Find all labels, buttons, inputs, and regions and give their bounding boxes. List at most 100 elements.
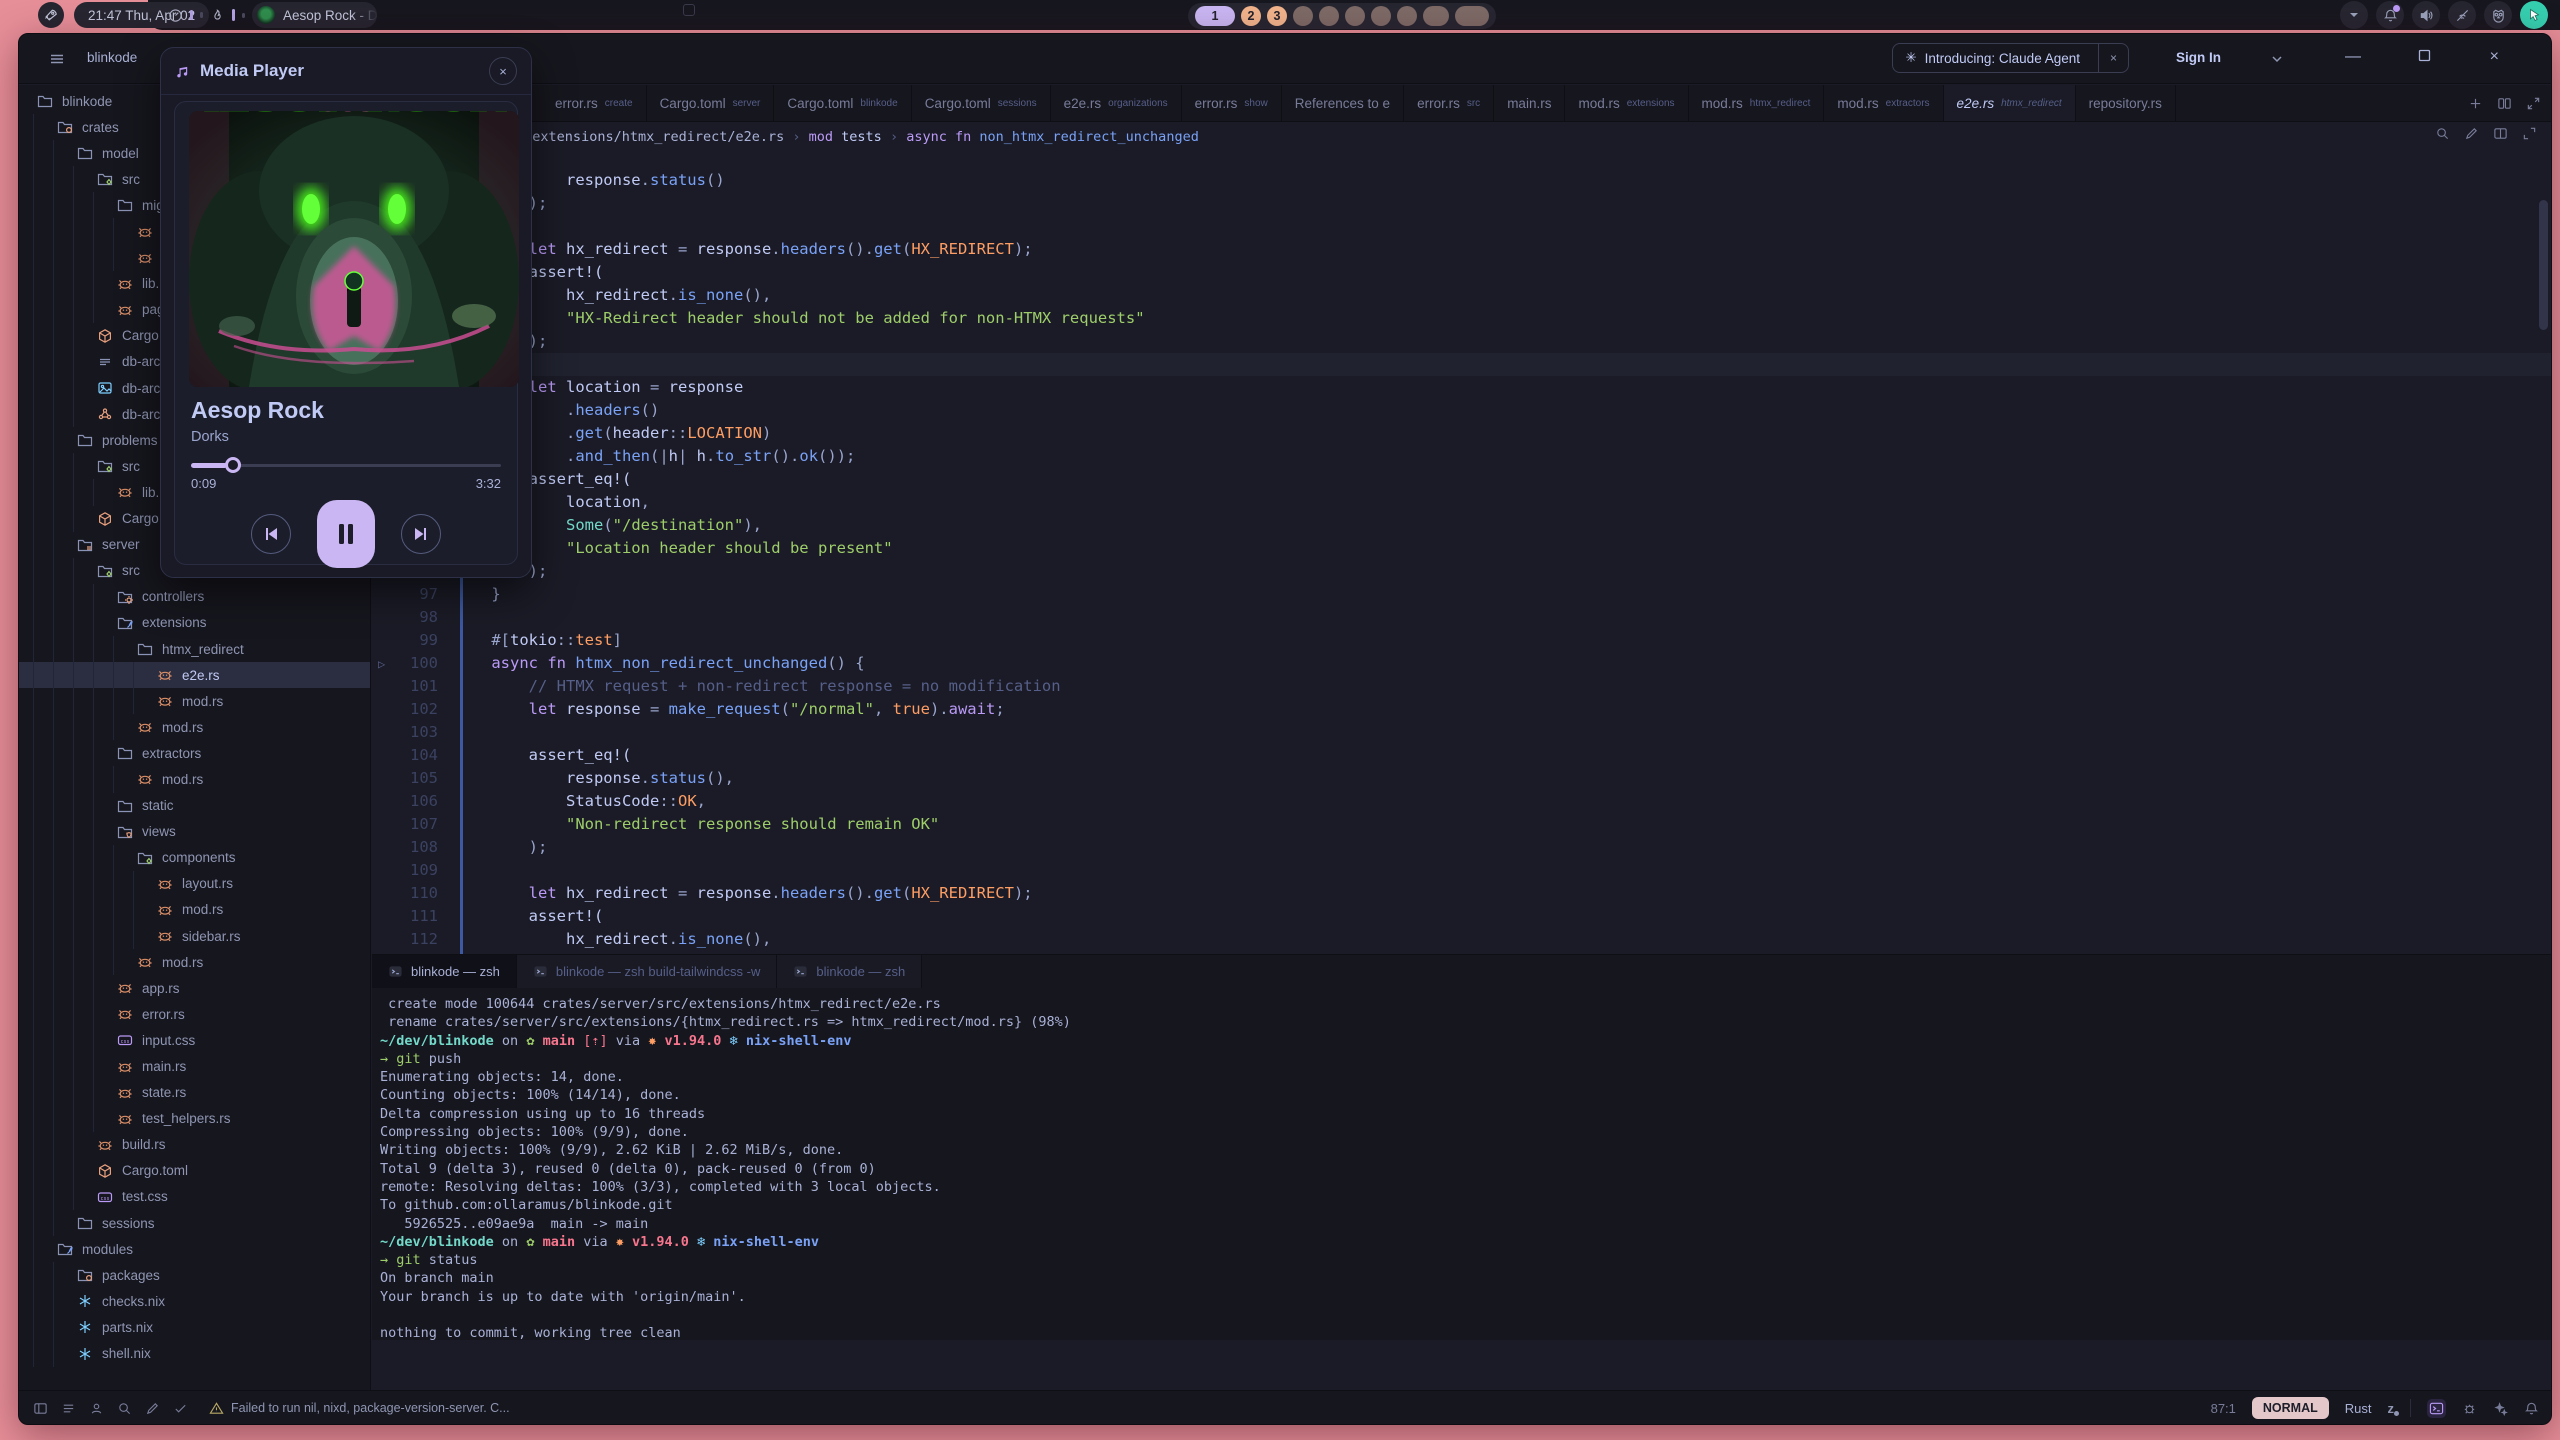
cursor-position[interactable]: 87:1: [2211, 1401, 2236, 1416]
search-icon[interactable]: [117, 1401, 132, 1416]
tab-main.rs[interactable]: main.rs: [1494, 85, 1565, 121]
tree-item-test.css[interactable]: csstest.css: [19, 1184, 370, 1210]
owl-icon[interactable]: [2484, 1, 2512, 29]
tree-item-modules[interactable]: modules: [19, 1236, 370, 1262]
promo-close-icon[interactable]: ×: [2098, 44, 2128, 72]
check-icon[interactable]: [173, 1401, 188, 1416]
window-maximize-button[interactable]: [2418, 49, 2431, 62]
tab-Cargo.toml[interactable]: Cargo.tomlsessions: [912, 85, 1051, 121]
tray-app-icon[interactable]: [683, 4, 695, 16]
tree-item-main.rs[interactable]: main.rs: [19, 1053, 370, 1079]
tree-item-controllers[interactable]: controllers: [19, 584, 370, 610]
tree-item-test_helpers.rs[interactable]: test_helpers.rs: [19, 1106, 370, 1132]
tree-item-packages[interactable]: packages: [19, 1262, 370, 1288]
window-minimize-button[interactable]: —: [2345, 48, 2361, 66]
tree-item-input.css[interactable]: cssinput.css: [19, 1027, 370, 1053]
chevron-down-icon[interactable]: [2340, 1, 2368, 29]
progress-knob[interactable]: [225, 457, 241, 473]
workspace-dot-7[interactable]: [1371, 6, 1391, 26]
search-icon[interactable]: [2435, 126, 2450, 141]
panel-toggle-icon[interactable]: [33, 1401, 48, 1416]
tree-item-error.rs[interactable]: error.rs: [19, 1001, 370, 1027]
language-server-icon[interactable]: z: [2388, 1401, 2395, 1416]
privacy-slash-icon[interactable]: [2448, 1, 2476, 29]
tab-error.rs[interactable]: error.rssrc: [1404, 85, 1494, 121]
tree-item-extractors[interactable]: extractors: [19, 740, 370, 766]
previous-track-button[interactable]: [251, 514, 291, 554]
tab-repository.rs[interactable]: repository.rs: [2076, 85, 2176, 121]
breadcrumb[interactable]: crates/server/src/extensions/htmx_redire…: [372, 122, 2551, 152]
sparkles-icon[interactable]: [2493, 1401, 2508, 1416]
tab-error.rs[interactable]: error.rscreate: [542, 85, 647, 121]
tab-mod.rs[interactable]: mod.rshtmx_redirect: [1689, 85, 1825, 121]
workspace-1[interactable]: 1: [1195, 6, 1235, 26]
split-pane-icon[interactable]: [2497, 96, 2512, 111]
tree-item-sidebar.rs[interactable]: sidebar.rs: [19, 923, 370, 949]
media-player-header[interactable]: Media Player ×: [161, 48, 531, 95]
chevron-down-icon[interactable]: [2271, 54, 2283, 64]
terminal-tab[interactable]: blinkode — zsh build-tailwindcss -w: [517, 955, 777, 988]
zoom-pane-icon[interactable]: [2526, 96, 2541, 111]
window-close-button[interactable]: ×: [2490, 48, 2499, 66]
terminal[interactable]: create mode 100644 crates/server/src/ext…: [372, 988, 2551, 1340]
workspace-dot-10[interactable]: [1455, 6, 1489, 26]
diagnostics-warning[interactable]: Failed to run nil, nixd, package-version…: [209, 1401, 510, 1416]
player-progress-bar[interactable]: [191, 457, 501, 473]
tree-item-layout.rs[interactable]: layout.rs: [19, 871, 370, 897]
notifications-bell-icon[interactable]: [2376, 1, 2404, 29]
tab-e2e.rs[interactable]: e2e.rshtmx_redirect: [1944, 85, 2076, 121]
tree-item-Cargo.toml[interactable]: Cargo.toml: [19, 1158, 370, 1184]
cursor-pointer[interactable]: [2520, 1, 2548, 29]
list-icon[interactable]: [61, 1401, 76, 1416]
workspace-3[interactable]: 3: [1267, 6, 1287, 26]
sign-in-button[interactable]: Sign In: [2176, 50, 2221, 65]
tree-item-sessions[interactable]: sessions: [19, 1210, 370, 1236]
project-name[interactable]: blinkode: [87, 50, 137, 65]
columns-icon[interactable]: [2493, 126, 2508, 141]
menu-hamburger-icon[interactable]: [49, 51, 65, 67]
media-player-close-button[interactable]: ×: [489, 57, 517, 85]
tab-Cargo.toml[interactable]: Cargo.tomlblinkode: [774, 85, 911, 121]
terminal-tab[interactable]: blinkode — zsh: [777, 955, 922, 988]
tree-item-mod.rs[interactable]: mod.rs: [19, 897, 370, 923]
bell-icon[interactable]: [2524, 1401, 2539, 1416]
tree-item-htmx_redirect[interactable]: htmx_redirect: [19, 636, 370, 662]
tree-item-views[interactable]: views: [19, 819, 370, 845]
workspace-dot-6[interactable]: [1345, 6, 1365, 26]
tree-item-mod.rs[interactable]: mod.rs: [19, 688, 370, 714]
tree-item-checks.nix[interactable]: checks.nix: [19, 1288, 370, 1314]
workspace-2[interactable]: 2: [1241, 6, 1261, 26]
terminal-icon[interactable]: [2427, 1399, 2446, 1418]
now-playing-pill[interactable]: Aesop Rock - Do: [252, 2, 377, 28]
workspace-dot-8[interactable]: [1397, 6, 1417, 26]
tab-error.rs[interactable]: error.rsshow: [1182, 85, 1282, 121]
pause-button[interactable]: [317, 500, 375, 568]
collab-icon[interactable]: [89, 1401, 104, 1416]
language-label[interactable]: Rust: [2345, 1401, 2372, 1416]
tree-item-mod.rs[interactable]: mod.rs: [19, 714, 370, 740]
volume-icon[interactable]: [2412, 1, 2440, 29]
workspace-dot-5[interactable]: [1319, 6, 1339, 26]
tree-item-build.rs[interactable]: build.rs: [19, 1132, 370, 1158]
tree-item-extensions[interactable]: extensions: [19, 610, 370, 636]
tab-Cargo.toml[interactable]: Cargo.tomlserver: [647, 85, 775, 121]
tab-mod.rs[interactable]: mod.rsextractors: [1824, 85, 1943, 121]
launcher-button[interactable]: [38, 2, 64, 28]
next-track-button[interactable]: [401, 514, 441, 554]
expand-icon[interactable]: [2522, 126, 2537, 141]
editor-scrollbar[interactable]: [2539, 160, 2548, 940]
tree-item-mod.rs[interactable]: mod.rs: [19, 766, 370, 792]
tab-mod.rs[interactable]: mod.rsextensions: [1565, 85, 1688, 121]
run-test-button[interactable]: ▷: [378, 653, 385, 676]
tree-item-e2e.rs[interactable]: e2e.rs: [19, 662, 370, 688]
workspace-dot-4[interactable]: [1293, 6, 1313, 26]
tree-item-state.rs[interactable]: state.rs: [19, 1080, 370, 1106]
debug-icon[interactable]: [2462, 1401, 2477, 1416]
inline-assist-icon[interactable]: [2464, 126, 2479, 141]
tree-item-mod.rs[interactable]: mod.rs: [19, 949, 370, 975]
edit-icon[interactable]: [145, 1401, 160, 1416]
scrollbar-thumb[interactable]: [2539, 200, 2548, 330]
tree-item-static[interactable]: static: [19, 793, 370, 819]
promo-banner[interactable]: ✳ Introducing: Claude Agent ×: [1892, 43, 2129, 73]
tab-e2e.rs[interactable]: e2e.rsorganizations: [1051, 85, 1182, 121]
